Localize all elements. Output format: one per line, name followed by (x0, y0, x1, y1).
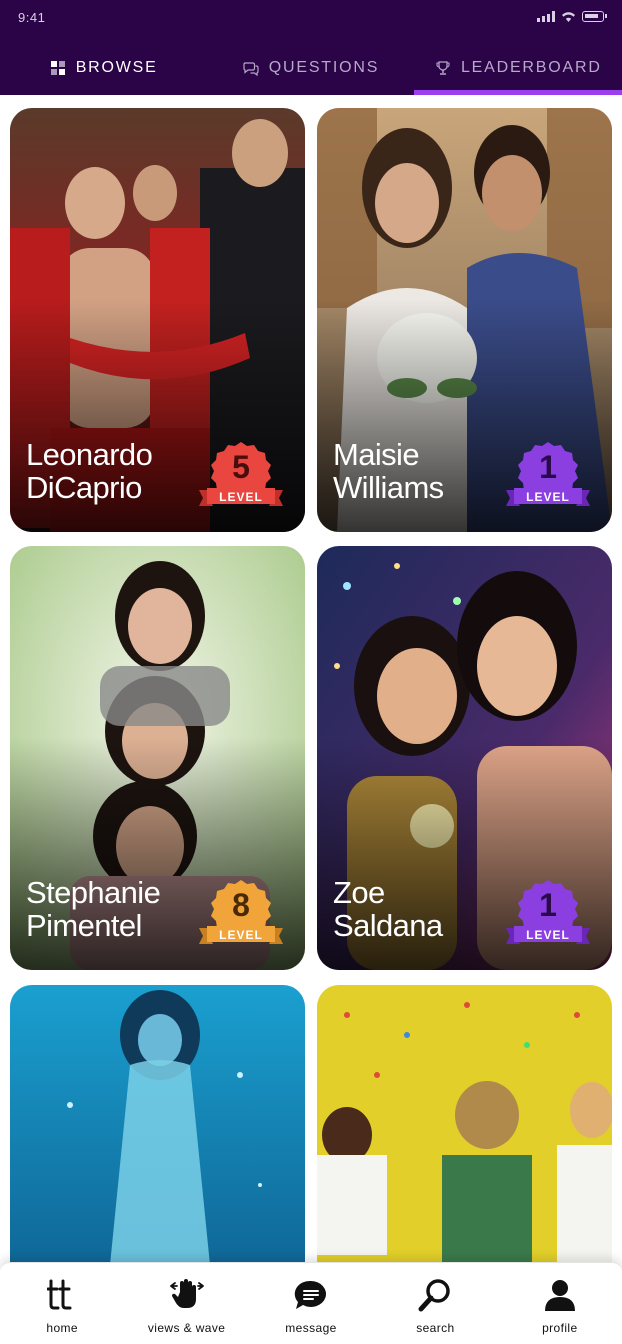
nav-home[interactable]: home (0, 1263, 124, 1344)
nav-profile[interactable]: profile (498, 1263, 622, 1344)
status-icons (537, 11, 607, 22)
tab-leaderboard-label: LEADERBOARD (460, 58, 602, 76)
top-tabs: BROWSE QUESTIONS LEADERBOARD (0, 40, 622, 95)
profile-card[interactable]: Stephanie Pimentel 8 LEVEL (10, 546, 305, 970)
level-number: 1 (539, 887, 557, 923)
tab-browse[interactable]: BROWSE (0, 40, 207, 95)
tab-questions-label: QUESTIONS (268, 58, 380, 76)
grid-icon (50, 60, 65, 75)
level-badge: 5 LEVEL (199, 442, 283, 506)
level-label: LEVEL (526, 928, 570, 942)
status-bar: 9:41 (0, 0, 622, 36)
nav-views-wave-label: views & wave (147, 1321, 226, 1335)
nav-message-label: message (285, 1321, 337, 1335)
level-number: 1 (539, 449, 557, 485)
cellular-signal-icon (537, 11, 555, 22)
card-first-name: Leonardo (26, 437, 153, 472)
card-last-name: Williams (333, 470, 444, 505)
level-label: LEVEL (219, 928, 263, 942)
card-name: Maisie Williams (333, 438, 513, 504)
card-first-name: Maisie (333, 437, 420, 472)
profile-card[interactable]: Maisie Williams 1 LEVEL (317, 108, 612, 532)
nav-search[interactable]: search (373, 1263, 497, 1344)
card-first-name: Zoe (333, 875, 385, 910)
card-last-name: Pimentel (26, 908, 142, 943)
nav-profile-label: profile (542, 1321, 578, 1335)
chat-bubbles-icon (243, 61, 259, 76)
battery-icon (582, 11, 607, 22)
bottom-navigation: home views & wave message search profile (0, 1262, 622, 1344)
card-last-name: DiCaprio (26, 470, 142, 505)
trophy-icon (436, 60, 450, 75)
message-bubble-icon (291, 1275, 331, 1315)
level-number: 5 (232, 449, 250, 485)
person-icon (540, 1275, 580, 1315)
search-icon (415, 1275, 455, 1315)
level-label: LEVEL (219, 490, 263, 504)
card-name: Zoe Saldana (333, 876, 513, 942)
nav-search-label: search (416, 1321, 455, 1335)
profile-card[interactable]: Zoe Saldana 1 LEVEL (317, 546, 612, 970)
level-badge: 8 LEVEL (199, 880, 283, 944)
level-badge: 1 LEVEL (506, 880, 590, 944)
nav-home-label: home (46, 1321, 79, 1335)
tt-logo-icon (42, 1275, 82, 1315)
wifi-icon (562, 12, 575, 22)
level-number: 8 (232, 887, 250, 923)
level-label: LEVEL (526, 490, 570, 504)
status-time: 9:41 (18, 10, 46, 25)
card-first-name: Stephanie (26, 875, 161, 910)
app-header: 9:41 BROWSE QUESTIONS LEADERBOARD (0, 0, 622, 95)
tab-questions[interactable]: QUESTIONS (207, 40, 414, 95)
card-name: Leonardo DiCaprio (26, 438, 206, 504)
level-badge: 1 LEVEL (506, 442, 590, 506)
tab-browse-label: BROWSE (75, 58, 158, 76)
nav-message[interactable]: message (249, 1263, 373, 1344)
card-last-name: Saldana (333, 908, 443, 943)
tab-leaderboard[interactable]: LEADERBOARD (415, 40, 622, 95)
active-tab-indicator (414, 90, 622, 95)
profile-card[interactable]: Leonardo DiCaprio 5 LEVEL (10, 108, 305, 532)
nav-views-wave[interactable]: views & wave (124, 1263, 248, 1344)
card-name: Stephanie Pimentel (26, 876, 206, 942)
wave-hand-icon (167, 1275, 207, 1315)
